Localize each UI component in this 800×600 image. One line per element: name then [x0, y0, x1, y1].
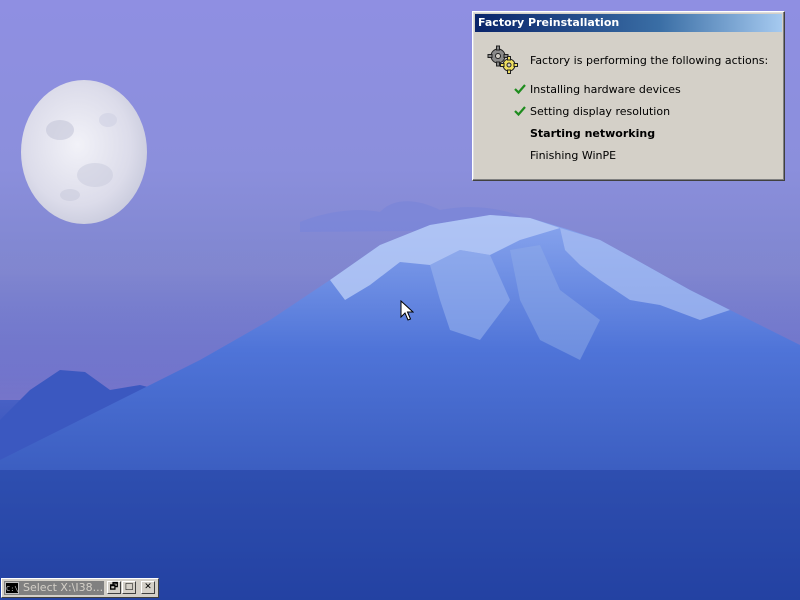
command-prompt-icon: C:\ — [5, 582, 19, 594]
step-label: Finishing WinPE — [530, 149, 617, 162]
console-title-bar[interactable]: C:\ Select X:\I38... — [4, 581, 104, 595]
minimized-console-window[interactable]: C:\ Select X:\I38... 🗗 □ ✕ — [1, 578, 159, 598]
step-label: Setting display resolution — [530, 105, 671, 118]
restore-button[interactable]: 🗗 — [107, 581, 121, 594]
moon-graphic — [21, 80, 147, 224]
factory-preinstallation-dialog: Factory Preinstallation Factory is perfo… — [472, 11, 785, 181]
step-label: Installing hardware devices — [530, 83, 681, 96]
maximize-button[interactable]: □ — [122, 581, 136, 594]
gears-icon — [487, 45, 518, 74]
desktop: Factory Preinstallation Factory is perfo… — [0, 0, 800, 600]
checkmark-icon — [514, 84, 526, 95]
step-label: Starting networking — [530, 127, 656, 140]
dialog-intro-text: Factory is performing the following acti… — [530, 54, 769, 67]
mouse-cursor-icon — [400, 300, 414, 321]
close-button[interactable]: ✕ — [141, 581, 155, 594]
checkmark-icon — [514, 106, 526, 117]
dialog-title[interactable]: Factory Preinstallation — [475, 14, 782, 32]
console-title: Select X:\I38... — [23, 581, 104, 594]
